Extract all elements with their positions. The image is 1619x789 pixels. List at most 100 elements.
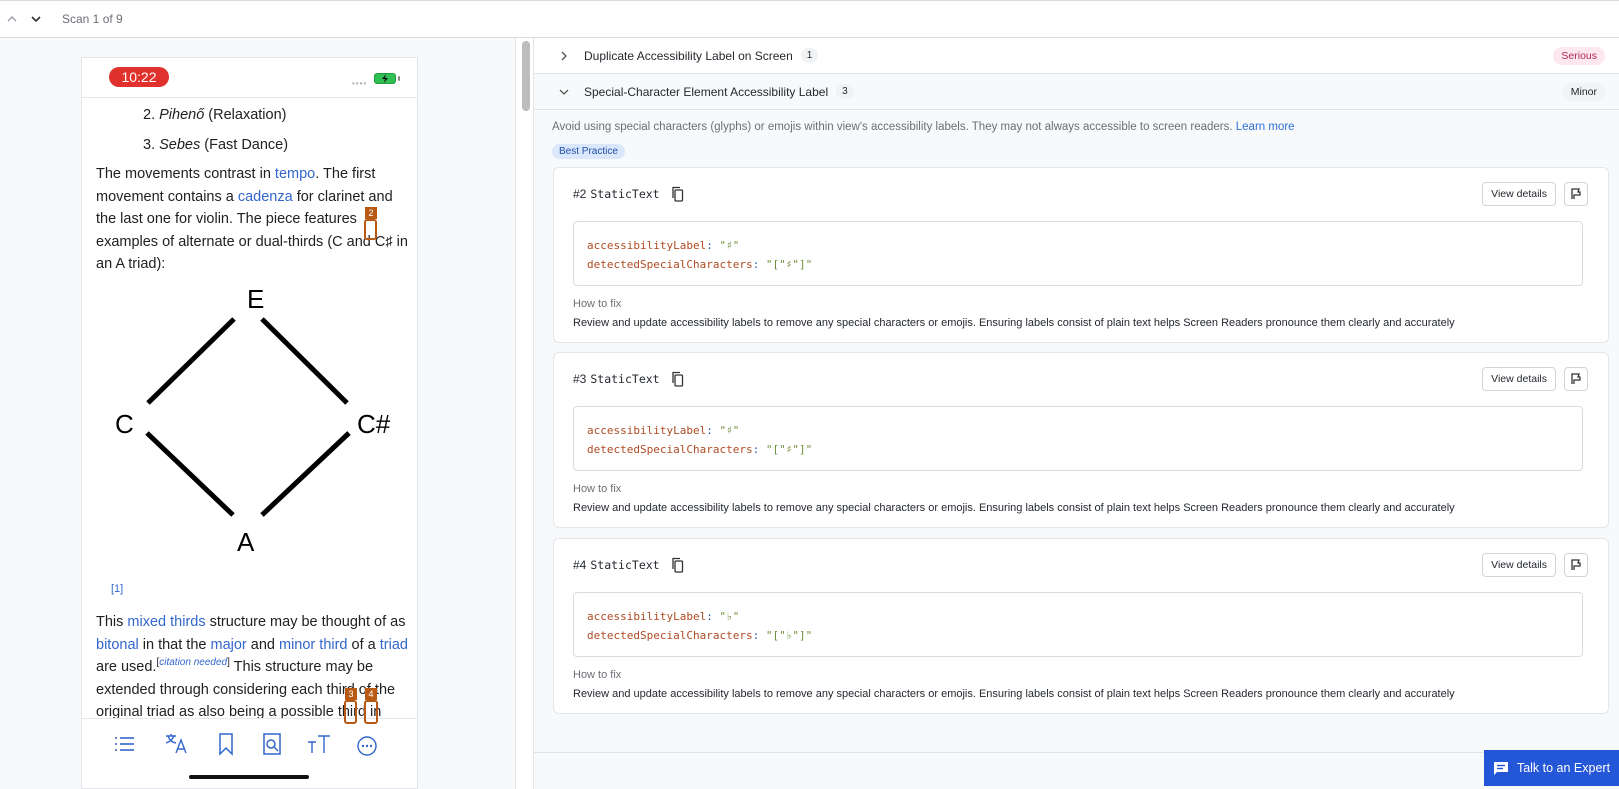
code-key: accessibilityLabel (587, 610, 707, 623)
list-item: 2. Pihenő (Relaxation) (96, 100, 416, 131)
diagram-edge (145, 431, 235, 517)
link-bitonal[interactable]: bitonal (96, 637, 139, 653)
diagram-label-c-sharp: C# (357, 409, 391, 439)
how-to-fix-text: Review and update accessibility labels t… (573, 688, 1455, 700)
issue-card: #2 StaticText View details accessibility… (553, 167, 1609, 343)
link-triad[interactable]: triad (380, 637, 408, 653)
how-to-fix-text: Review and update accessibility labels t… (573, 317, 1455, 329)
more-icon[interactable] (354, 731, 380, 757)
code-key: detectedSpecialCharacters (587, 629, 753, 642)
home-indicator (189, 775, 309, 779)
article-content: 2. Pihenő (Relaxation) 3. Sebes (Fast Da… (96, 96, 416, 276)
link-cadenza[interactable]: cadenza (238, 189, 293, 205)
code-block: accessibilityLabel: "♯" detectedSpecialC… (573, 221, 1583, 286)
diagram-label-a: A (237, 527, 255, 553)
copy-icon[interactable] (670, 557, 684, 573)
element-number: #4 (573, 558, 587, 572)
issue-marker-4[interactable] (364, 700, 378, 724)
bookmark-icon[interactable] (213, 731, 239, 757)
element-type: StaticText (590, 372, 660, 386)
how-to-fix-title: How to fix (573, 298, 622, 310)
chevron-right-icon[interactable] (558, 50, 570, 62)
diagram-edge (260, 317, 349, 405)
signal-icon: •••• (352, 79, 368, 88)
flag-button[interactable] (1564, 182, 1588, 206)
diagram-label-e: E (247, 284, 264, 314)
view-details-button[interactable]: View details (1482, 553, 1556, 577)
status-time: 10:22 (109, 67, 169, 87)
flag-button[interactable] (1564, 553, 1588, 577)
issue-row-duplicate-label[interactable]: Duplicate Accessibility Label on Screen … (534, 38, 1619, 74)
text: The movements contrast in (96, 166, 275, 182)
list-italic: Sebes (159, 137, 201, 153)
translate-icon[interactable] (164, 731, 190, 757)
flag-button[interactable] (1564, 367, 1588, 391)
next-scan-button[interactable] (26, 9, 46, 29)
text: and (246, 636, 279, 653)
link-tempo[interactable]: tempo (275, 166, 315, 182)
status-bar: 10:22 •••• (82, 58, 417, 98)
chat-icon (1493, 762, 1508, 775)
issue-marker-3[interactable] (344, 700, 357, 724)
contents-list-icon[interactable] (112, 731, 138, 757)
issue-title: Special-Character Element Accessibility … (584, 84, 829, 99)
chevron-up-icon (7, 16, 17, 22)
issue-card: #3 StaticText View details accessibility… (553, 352, 1609, 528)
previous-scan-button[interactable] (2, 9, 22, 29)
list-italic: Pihenő (159, 107, 205, 123)
sharp-glyph[interactable]: ♯ (385, 234, 392, 250)
code-value: "♯" (719, 239, 740, 252)
issues-panel: Duplicate Accessibility Label on Screen … (534, 38, 1619, 789)
list-text: (Relaxation) (204, 107, 287, 123)
code-key: detectedSpecialCharacters (587, 258, 753, 271)
scrollbar-thumb[interactable] (522, 41, 530, 111)
issue-row-special-character[interactable]: Special-Character Element Accessibility … (534, 74, 1619, 110)
severity-badge: Minor (1562, 82, 1605, 101)
copy-icon[interactable] (670, 371, 684, 387)
triad-diagram: E C C# A (115, 284, 391, 553)
device-screenshot: 10:22 •••• 2. Pihenő (Relaxation) 3. Seb… (81, 57, 418, 789)
description-text: Avoid using special characters (glyphs) … (552, 121, 1236, 133)
list-number: 2. (143, 107, 160, 123)
issue-count-badge: 3 (836, 84, 854, 99)
view-details-button[interactable]: View details (1482, 182, 1556, 206)
talk-to-expert-button[interactable]: Talk to an Expert (1484, 750, 1619, 786)
flag-icon (1571, 559, 1581, 570)
code-key: accessibilityLabel (587, 424, 707, 437)
issue-title: Duplicate Accessibility Label on Screen (584, 48, 793, 63)
copy-icon[interactable] (670, 186, 684, 202)
code-block: accessibilityLabel: "♭" detectedSpecialC… (573, 592, 1583, 657)
code-value: "["♯"]" (765, 443, 813, 456)
diagram-edge (146, 317, 236, 405)
diagram-label-c: C (115, 409, 134, 439)
find-in-page-icon[interactable] (259, 731, 285, 757)
link-mixed-thirds[interactable]: mixed thirds (127, 614, 205, 630)
element-type: StaticText (590, 187, 660, 201)
issue-count-badge: 1 (800, 48, 819, 63)
chevron-down-icon[interactable] (558, 86, 570, 98)
view-details-button[interactable]: View details (1482, 367, 1556, 391)
citation-needed-link[interactable]: citation needed (159, 657, 227, 668)
code-value: "♭" (719, 610, 740, 623)
scan-counter: Scan 1 of 9 (62, 12, 123, 26)
how-to-fix-text: Review and update accessibility labels t… (573, 502, 1455, 514)
scrollbar-track[interactable] (518, 38, 534, 789)
issue-marker-2[interactable] (364, 219, 377, 240)
code-key: detectedSpecialCharacters (587, 443, 753, 456)
flag-icon (1571, 373, 1581, 384)
text-size-icon[interactable] (306, 731, 332, 757)
code-value: "["♭"]" (765, 629, 813, 642)
element-number: #2 (573, 187, 587, 201)
issue-marker-label: 2 (365, 207, 377, 219)
link-major[interactable]: major (210, 637, 246, 653)
list-item: 3. Sebes (Fast Dance) (96, 130, 416, 161)
issue-details: Avoid using special characters (glyphs) … (534, 111, 1619, 789)
best-practice-badge: Best Practice (552, 144, 625, 159)
citation-link[interactable]: [1] (111, 583, 123, 595)
how-to-fix-title: How to fix (573, 483, 622, 495)
battery-charging-icon (374, 73, 396, 84)
text: This (96, 614, 128, 630)
link-minor-third[interactable]: minor third (279, 637, 348, 653)
element-number: #3 (573, 372, 587, 386)
learn-more-link[interactable]: Learn more (1236, 121, 1295, 133)
